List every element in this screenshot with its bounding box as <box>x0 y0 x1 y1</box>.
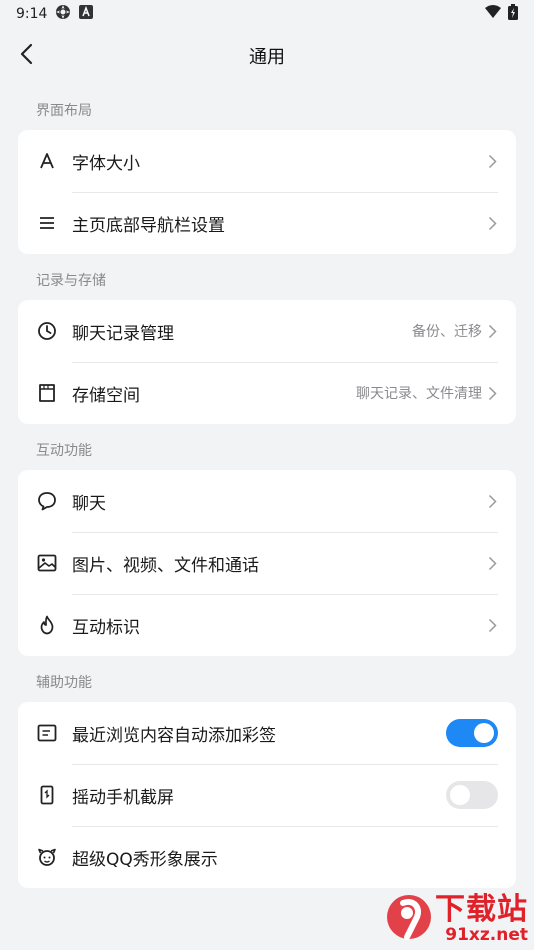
row-label: 字体大小 <box>72 153 140 174</box>
status-time: 9:14 <box>16 6 48 22</box>
row-media-files-calls[interactable]: 图片、视频、文件和通话 <box>18 532 516 594</box>
status-right <box>484 4 518 24</box>
note-icon <box>36 722 58 744</box>
auto-sticky-note-toggle[interactable] <box>446 719 498 747</box>
row-value: 聊天记录、文件清理 <box>356 386 482 402</box>
row-chat[interactable]: 聊天 <box>18 470 516 532</box>
menu-lines-icon <box>36 212 58 234</box>
font-a-icon <box>36 150 58 172</box>
nav-bar: 通用 <box>0 28 534 84</box>
settings-gear-icon <box>55 4 71 24</box>
row-label: 聊天 <box>72 493 106 514</box>
row-interaction-marks[interactable]: 互动标识 <box>18 594 516 656</box>
status-left: 9:14 <box>16 4 94 24</box>
watermark-small-text: 91xz.net <box>445 924 528 945</box>
chevron-right-icon <box>486 323 498 339</box>
image-icon <box>36 552 58 574</box>
row-super-qq-show[interactable]: 超级QQ秀形象展示 <box>18 826 516 888</box>
watermark-text: 下载站 91xz.net <box>435 891 528 945</box>
row-storage[interactable]: 存储空间 聊天记录、文件清理 <box>18 362 516 424</box>
section-title-accessibility: 辅助功能 <box>36 675 92 691</box>
row-label: 主页底部导航栏设置 <box>72 215 225 236</box>
status-bar: 9:14 <box>0 0 534 28</box>
chevron-right-icon <box>486 617 498 633</box>
chevron-right-icon <box>486 215 498 231</box>
card-interaction: 聊天 图片、视频、文件和通话 互动标识 <box>18 470 516 656</box>
card-layout: 字体大小 主页底部导航栏设置 <box>18 130 516 254</box>
phone-shake-icon <box>36 784 58 806</box>
a-badge-icon <box>79 5 94 23</box>
flame-icon <box>36 614 58 636</box>
battery-icon <box>508 4 518 24</box>
shake-screenshot-toggle[interactable] <box>446 781 498 809</box>
avatar-face-icon <box>36 846 58 868</box>
row-font-size[interactable]: 字体大小 <box>18 130 516 192</box>
sd-card-icon <box>36 382 58 404</box>
row-chat-history[interactable]: 聊天记录管理 备份、迁移 <box>18 300 516 362</box>
row-label: 图片、视频、文件和通话 <box>72 555 259 576</box>
watermark-big-text: 下载站 <box>435 891 528 927</box>
row-label: 最近浏览内容自动添加彩签 <box>72 725 276 746</box>
chevron-right-icon <box>486 385 498 401</box>
row-label: 超级QQ秀形象展示 <box>72 849 218 870</box>
watermark: 下载站 91xz.net <box>358 890 528 948</box>
row-label: 摇动手机截屏 <box>72 787 174 808</box>
row-bottom-nav-settings[interactable]: 主页底部导航栏设置 <box>18 192 516 254</box>
section-title-interaction: 互动功能 <box>36 443 92 459</box>
chevron-right-icon <box>486 555 498 571</box>
page-title: 通用 <box>249 47 285 68</box>
toggle-knob <box>450 785 470 805</box>
card-accessibility: 最近浏览内容自动添加彩签 摇动手机截屏 超级QQ秀形象展示 <box>18 702 516 888</box>
card-records: 聊天记录管理 备份、迁移 存储空间 聊天记录、文件清理 <box>18 300 516 424</box>
row-label: 存储空间 <box>72 385 140 406</box>
row-value: 备份、迁移 <box>412 324 482 340</box>
row-shake-screenshot: 摇动手机截屏 <box>18 764 516 826</box>
toggle-knob <box>474 723 494 743</box>
chevron-right-icon <box>486 493 498 509</box>
chat-bubble-icon <box>36 490 58 512</box>
section-title-layout: 界面布局 <box>36 103 92 119</box>
row-auto-sticky-note: 最近浏览内容自动添加彩签 <box>18 702 516 764</box>
chevron-right-icon <box>486 153 498 169</box>
row-label: 聊天记录管理 <box>72 323 174 344</box>
clock-icon <box>36 320 58 342</box>
wifi-icon <box>484 5 502 23</box>
chevron-left-icon <box>18 43 34 69</box>
watermark-logo-icon <box>383 889 435 949</box>
back-button[interactable] <box>10 40 42 72</box>
row-label: 互动标识 <box>72 617 140 638</box>
section-title-records: 记录与存储 <box>36 273 106 289</box>
